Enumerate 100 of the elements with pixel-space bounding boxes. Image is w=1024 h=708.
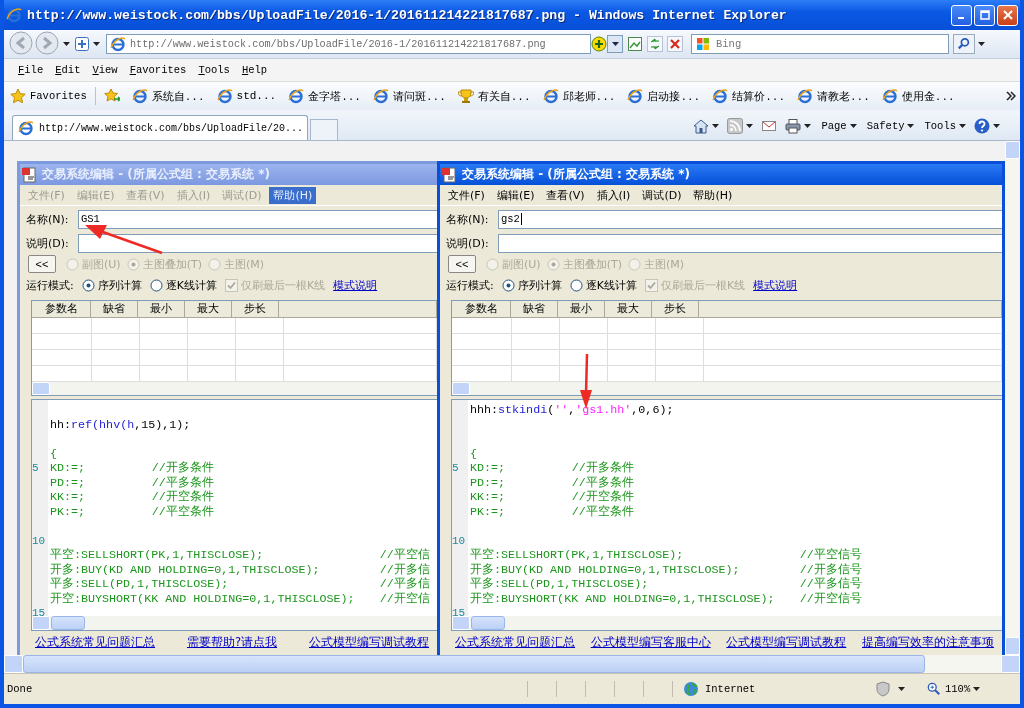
column-header[interactable]: 参数名 [452,301,511,318]
zoom-button[interactable]: 110% [927,682,971,696]
menu-item[interactable]: 帮助(H) [689,186,737,204]
print-icon[interactable] [785,118,802,134]
column-header[interactable]: 缺省 [511,301,558,318]
home-icon[interactable] [693,118,710,134]
code-editor[interactable] [31,399,437,631]
menu-item[interactable]: 插入(I) [592,186,635,204]
forward-button[interactable] [34,31,60,57]
radio-button[interactable] [569,278,583,292]
scroll-up-button[interactable] [1005,141,1020,159]
minimize-button[interactable] [951,4,972,26]
menu-item[interactable]: File [12,64,50,76]
mode-help-link[interactable]: 模式说明 [333,277,378,293]
menu-item[interactable]: View [86,64,124,76]
image-icon[interactable] [627,36,643,52]
scrollbar[interactable] [32,382,437,395]
dropdown-button[interactable] [607,35,623,53]
menu-item[interactable]: Favorites [123,64,193,76]
scroll-left-button[interactable] [452,382,470,395]
favorite-link[interactable]: 请问斑... [372,88,446,104]
menu-item[interactable]: Tools [192,64,236,76]
browser-tab[interactable]: http://www.weistock.com/bbs/UploadFile/20... [12,115,308,140]
menu-item[interactable]: 文件(F) [444,186,489,204]
scroll-thumb[interactable] [471,616,505,630]
more-icon[interactable] [1006,91,1016,101]
address-field[interactable]: http://www.weistock.com/bbs/UploadFile/2016-1/201611214221817687.png [106,34,591,54]
favorite-link[interactable]: 系统自... [131,88,205,104]
column-header[interactable]: 步长 [232,301,279,318]
column-header[interactable]: 最大 [605,301,652,318]
favorite-link[interactable]: 启动接... [627,88,701,104]
column-header[interactable]: 最小 [558,301,605,318]
scroll-thumb[interactable] [51,616,85,630]
column-header[interactable]: 参数名 [32,301,91,318]
favorite-link[interactable]: 结算价... [712,88,785,104]
add-icon[interactable] [591,36,607,52]
line-number: 15 [32,607,46,616]
favorite-link[interactable]: std... [216,88,277,104]
help-link[interactable]: 提高编写效率的注意事项 [861,634,994,650]
toolbar-menu-button[interactable]: Tools [924,120,966,132]
favorite-link[interactable]: 邱老师... [542,88,616,104]
collapse-button[interactable]: << [448,255,476,273]
radio-button[interactable] [501,278,515,292]
scroll-left-button[interactable] [4,655,23,673]
menu-item[interactable]: Help [235,64,274,76]
help-link[interactable]: 需要帮助?请点我 [186,634,278,650]
favorite-link[interactable]: 金字塔... [288,88,361,104]
help-link[interactable]: 公式模型编写调试教程 [309,634,429,650]
shield-icon[interactable] [875,681,891,697]
column-header[interactable]: 最小 [138,301,185,318]
help-link[interactable]: 公式模型编写调试教程 [726,634,847,650]
code-editor[interactable] [451,399,1002,631]
feed-icon[interactable] [727,118,744,134]
help-link[interactable]: 公式系统常见问题汇总 [35,634,155,650]
scroll-left-button[interactable] [32,616,50,630]
menu-item[interactable]: Edit [49,64,87,76]
menu-item[interactable]: 帮助(H) [269,186,317,204]
page-icon [797,88,813,104]
scroll-left-button[interactable] [32,382,50,395]
scrollbar[interactable] [452,616,1002,630]
help-link[interactable]: 公式系统常见问题汇总 [455,634,575,650]
favorite-link[interactable]: 使用金... [881,88,955,104]
back-button[interactable] [8,31,34,57]
collapse-button[interactable]: << [28,255,56,273]
favorites-button[interactable]: Favorites [10,88,87,104]
toolbar-menu-button[interactable]: Page [821,120,857,132]
new-page-icon[interactable] [74,36,90,52]
favorite-link[interactable]: 有关自... [457,88,531,104]
add-favorite-icon[interactable] [103,88,120,104]
column-header[interactable]: 缺省 [91,301,138,318]
refresh-icon[interactable] [647,36,663,52]
new-tab-button[interactable] [310,119,338,140]
help-link[interactable]: 公式模型编写客服中心 [590,634,711,650]
favorite-link[interactable]: 请教老... [797,88,870,104]
mail-icon[interactable] [761,118,778,134]
radio-button[interactable] [149,278,163,292]
scroll-right-button[interactable] [1001,655,1020,673]
menu-item[interactable]: 调试(D) [638,186,686,204]
description-field[interactable] [498,233,1002,253]
scrollbar[interactable] [452,382,1002,395]
description-field[interactable] [78,233,437,253]
search-button[interactable] [953,34,975,54]
scrollbar[interactable] [32,616,437,630]
column-header[interactable]: 最大 [185,301,232,318]
scroll-left-button[interactable] [452,616,470,630]
scrollbar[interactable] [1005,141,1020,655]
help-icon[interactable] [974,118,990,134]
close-button[interactable] [997,4,1018,26]
name-field[interactable]: GS1 [78,209,437,229]
search-field[interactable]: Bing [691,34,949,54]
scroll-down-button[interactable] [1005,637,1020,655]
menu-item[interactable]: 编辑(E) [492,186,539,204]
mode-help-link[interactable]: 模式说明 [753,277,798,293]
menu-item[interactable]: 查看(V) [542,186,589,204]
toolbar-menu-button[interactable]: Safety [866,120,915,132]
name-field[interactable]: gs2 [498,209,1002,229]
column-header[interactable]: 步长 [652,301,699,318]
stop-icon[interactable] [667,36,683,52]
radio-button[interactable] [81,278,95,292]
maximize-button[interactable] [974,4,995,26]
